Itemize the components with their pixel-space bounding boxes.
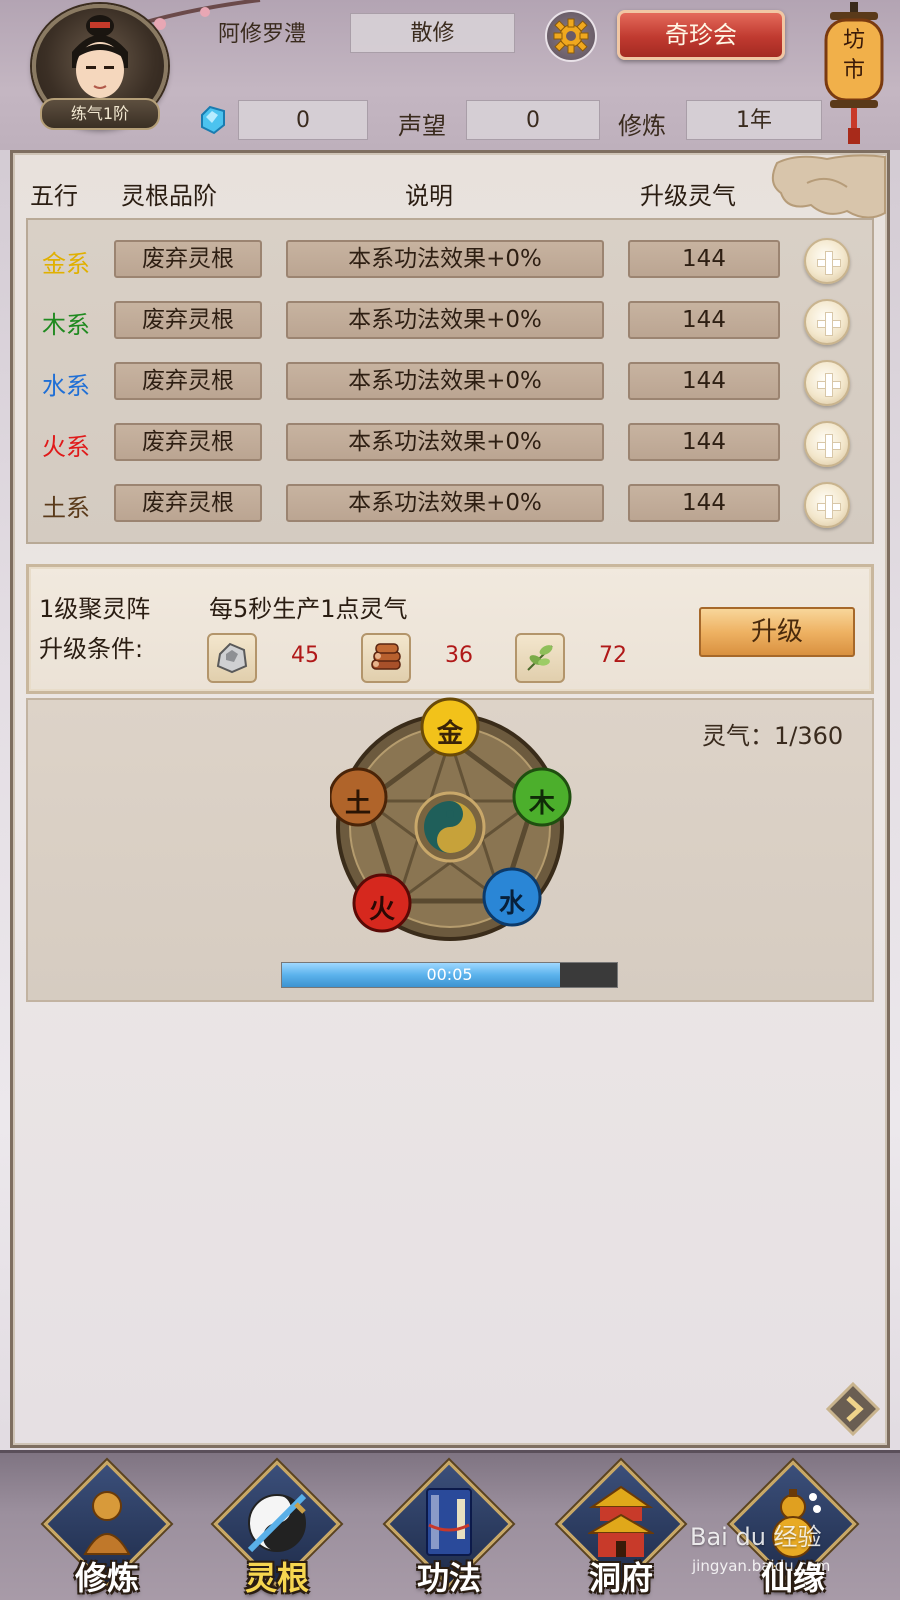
upgrade-cost: 144 [628,484,780,522]
root-effect: 本系功法效果+0% [286,484,604,522]
market-label: 坊市 [842,28,865,83]
root-effect: 本系功法效果+0% [286,240,604,278]
next-page-button[interactable] [826,1382,880,1436]
upgrade-cost: 144 [628,301,780,339]
root-row-earth: 土系 废弃灵根 本系功法效果+0% 144 [28,482,876,528]
pagoda-icon [586,1483,656,1563]
root-effect: 本系功法效果+0% [286,362,604,400]
element-label: 水系 [42,372,90,400]
top-header: 练气1阶 阿修罗澧 散修 奇珍会 坊市 0 声望 0 修炼 1年 [0,0,900,150]
spirit-stone-icon [201,105,225,135]
nav-label: 洞府 [588,1559,653,1597]
upgrade-cost: 144 [628,423,780,461]
material-count: 72 [599,643,627,668]
upgrade-plus-button[interactable] [804,360,850,406]
root-effect: 本系功法效果+0% [286,423,604,461]
meditating-figure-icon [72,1483,142,1563]
nav-label: 灵根 [244,1559,309,1597]
nav-spirit-root[interactable]: 灵根 [202,1460,352,1600]
element-label: 火系 [42,433,90,461]
root-grade: 废弃灵根 [114,301,262,339]
column-header-upgrade-qi: 升级灵气 [640,182,736,210]
upgrade-plus-button[interactable] [804,299,850,345]
nav-cave-dwelling[interactable]: 洞府 [546,1460,696,1600]
earth-element-node[interactable]: 土 [338,783,378,820]
spirit-root-table: 金系 废弃灵根 本系功法效果+0% 144 木系 废弃灵根 本系功法效果+0% … [26,218,874,544]
root-row-wood: 木系 废弃灵根 本系功法效果+0% 144 [28,299,876,345]
upgrade-plus-button[interactable] [804,421,850,467]
bottom-navigation: 修炼 灵根 功法 洞府 仙缘 Bai du 经验 jingyan.baidu.c… [0,1450,900,1600]
upgrade-condition-label: 升级条件: [39,635,144,663]
qi-progress-bar: 00:05 [281,962,618,988]
root-grade: 废弃灵根 [114,484,262,522]
upgrade-plus-button[interactable] [804,482,850,528]
root-row-water: 水系 废弃灵根 本系功法效果+0% 144 [28,360,876,406]
reputation-value: 0 [466,100,600,140]
wood-icon [371,643,401,670]
root-grade: 废弃灵根 [114,362,262,400]
settings-button[interactable] [545,10,597,62]
upgrade-cost: 144 [628,240,780,278]
material-count: 36 [445,643,473,668]
nav-techniques[interactable]: 功法 [374,1460,524,1600]
column-header-description: 说明 [405,182,453,210]
sect-label: 散修 [350,13,515,53]
material-slot-herb[interactable] [515,633,565,683]
nav-cultivate[interactable]: 修炼 [32,1460,182,1600]
array-level-title: 1级聚灵阵 [39,595,151,623]
gathering-array-panel: 1级聚灵阵 每5秒生产1点灵气 升级条件: 45 36 72 升级 [26,564,874,694]
nav-label: 功法 [416,1559,481,1597]
root-row-metal: 金系 废弃灵根 本系功法效果+0% 144 [28,238,876,284]
gear-icon [553,18,589,54]
upgrade-cost: 144 [628,362,780,400]
player-name: 阿修罗澧 [218,22,307,47]
fire-element-node[interactable]: 火 [362,889,402,926]
reputation-label: 声望 [398,112,446,140]
root-effect: 本系功法效果+0% [286,301,604,339]
material-count: 45 [291,643,319,668]
column-header-grade: 灵根品阶 [121,182,217,210]
qi-counter: 灵气：1/360 [702,722,844,750]
treasure-shop-button[interactable]: 奇珍会 [617,10,785,60]
cultivation-label: 修炼 [618,112,666,140]
stone-icon [216,642,248,674]
yin-yang-sword-icon [242,1483,312,1563]
herb-icon [527,645,553,671]
element-label: 木系 [42,311,90,339]
rank-badge: 练气1阶 [40,98,160,130]
root-row-fire: 火系 废弃灵根 本系功法效果+0% 144 [28,421,876,467]
material-slot-stone[interactable] [207,633,257,683]
market-lantern-button[interactable]: 坊市 [824,2,884,146]
element-label: 土系 [42,494,90,522]
cloud-decoration [771,154,886,219]
book-icon [414,1483,484,1563]
material-slot-wood[interactable] [361,633,411,683]
metal-element-node[interactable]: 金 [430,713,470,750]
progress-timer: 00:05 [426,965,473,984]
root-grade: 废弃灵根 [114,240,262,278]
cultivation-value: 1年 [686,100,822,140]
array-production-text: 每5秒生产1点灵气 [209,595,408,623]
root-grade: 废弃灵根 [114,423,262,461]
nav-label: 修炼 [74,1559,139,1597]
wood-element-node[interactable]: 木 [522,783,562,820]
upgrade-plus-button[interactable] [804,238,850,284]
column-header-element: 五行 [30,182,78,210]
watermark-url: jingyan.baidu.com [692,1557,831,1575]
array-upgrade-button[interactable]: 升级 [699,607,855,657]
element-label: 金系 [42,250,90,278]
watermark: Bai du 经验 [690,1523,822,1551]
water-element-node[interactable]: 水 [492,883,532,920]
gem-count: 0 [238,100,368,140]
